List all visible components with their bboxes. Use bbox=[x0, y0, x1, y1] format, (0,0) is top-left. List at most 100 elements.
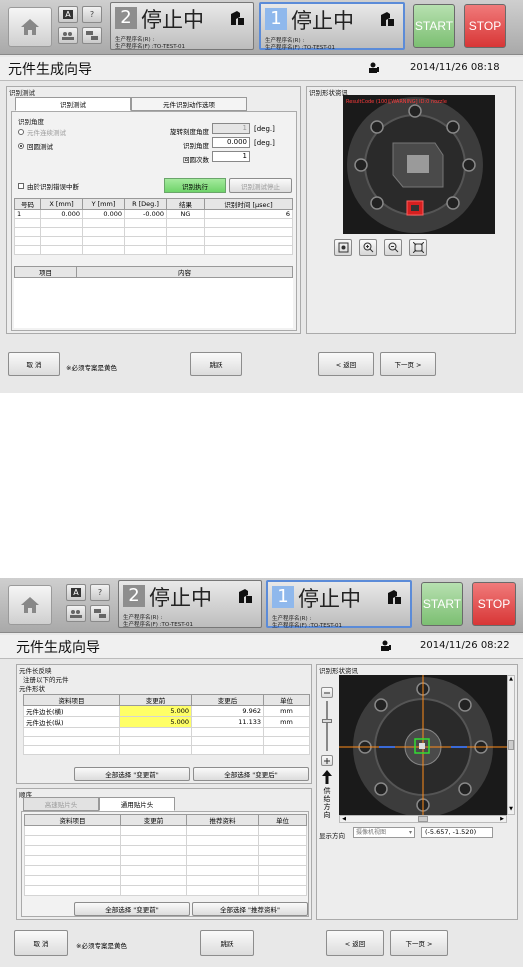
line-2-status-panel[interactable]: 2 停止中 生产程序名(R) : 生产程序名(F) :TO-TEST-01 bbox=[110, 2, 254, 50]
column-header: 变更前 bbox=[119, 694, 192, 706]
back-button[interactable]: < 返回 bbox=[318, 352, 374, 376]
execute-recognition-button[interactable]: 识别执行 bbox=[164, 178, 226, 193]
a-label: A bbox=[71, 588, 81, 597]
start-button[interactable]: START bbox=[421, 582, 463, 626]
zoom-out-button[interactable] bbox=[321, 687, 333, 698]
transfer-icon bbox=[86, 31, 98, 40]
scroll-thumb[interactable] bbox=[508, 740, 514, 750]
radio-continuous-test[interactable]: 元件连续测试 bbox=[18, 127, 66, 137]
tab-recognition-test[interactable]: 识别测试 bbox=[15, 97, 131, 111]
users-icon bbox=[62, 31, 74, 40]
radio-rotation-test[interactable]: 回圆测试 bbox=[18, 141, 53, 151]
table-row bbox=[14, 236, 293, 246]
camera-image[interactable] bbox=[339, 675, 507, 815]
zoom-slider-thumb[interactable] bbox=[322, 719, 332, 723]
cell: 0.000 bbox=[40, 209, 83, 219]
scroll-up-icon[interactable]: ▲ bbox=[508, 676, 514, 684]
image-settings-icon bbox=[338, 242, 348, 253]
cancel-button[interactable]: 取 消 bbox=[8, 352, 60, 376]
table-row bbox=[24, 875, 307, 886]
a-button[interactable]: A bbox=[58, 6, 78, 23]
cell[interactable]: 5.000 bbox=[119, 716, 192, 728]
wizard-screen-recognition-test: A ? 2 停止中 生产程序名(R) : 生产程序名(F) :TO-TEST-0… bbox=[0, 0, 523, 393]
tab-action-options[interactable]: 元件识别动作选项 bbox=[131, 97, 247, 111]
table-row[interactable]: 1 0.000 0.000 -0.000 NG 6 bbox=[14, 209, 293, 219]
tab-general-head[interactable]: 通用贴片头 bbox=[99, 797, 175, 811]
line-status: 停止中 bbox=[298, 587, 361, 611]
select-all-after-button[interactable]: 全部选择 "变更后" bbox=[193, 767, 309, 781]
table-row bbox=[23, 727, 310, 737]
scroll-down-icon[interactable]: ▼ bbox=[508, 806, 514, 814]
home-button[interactable] bbox=[8, 585, 52, 625]
cell: 元件边长(横) bbox=[23, 705, 120, 717]
help-button[interactable]: ? bbox=[82, 6, 102, 23]
rotation-count-field[interactable]: 1 bbox=[212, 151, 250, 162]
transfer-button[interactable] bbox=[90, 605, 110, 622]
back-button[interactable]: < 返回 bbox=[326, 930, 384, 956]
table-row[interactable]: 元件边长(横) 5.000 9.962 mm bbox=[23, 705, 310, 717]
radio-label: 元件连续测试 bbox=[27, 129, 66, 137]
home-button[interactable] bbox=[8, 7, 52, 47]
a-button[interactable]: A bbox=[66, 584, 86, 601]
users-icon bbox=[70, 609, 82, 618]
angle-group-label: 识别角度 bbox=[18, 118, 44, 126]
stop-recognition-test-button[interactable]: 识别测试停止 bbox=[229, 178, 292, 193]
image-save-button[interactable] bbox=[334, 239, 352, 256]
required-note: ※必须专案是黄色 bbox=[76, 942, 127, 950]
start-button[interactable]: START bbox=[413, 4, 455, 48]
column-header: 资料项目 bbox=[24, 814, 121, 826]
stop-on-error-checkbox[interactable]: 由於识别错误中断 bbox=[18, 181, 79, 191]
display-direction-select[interactable]: 摄像机视图 ▾ bbox=[353, 827, 415, 838]
cell[interactable]: 9.962 bbox=[191, 705, 264, 717]
camera-image[interactable]: ResultCode (100)[WARNING] ID:0 nozzle bbox=[343, 95, 495, 234]
users-button[interactable] bbox=[58, 27, 78, 44]
horizontal-scrollbar[interactable]: ◀ ▶ bbox=[339, 815, 507, 823]
transfer-button[interactable] bbox=[82, 27, 102, 44]
page-title: 元件生成向导 bbox=[8, 62, 92, 78]
cell[interactable]: 11.133 bbox=[191, 716, 264, 728]
cell[interactable]: 5.000 bbox=[119, 705, 192, 717]
window-title-bar: 元件生成向导 2014/11/26 08:18 bbox=[0, 57, 523, 81]
stop-button[interactable]: STOP bbox=[472, 582, 516, 626]
rotation-count-label: 回圆次数 bbox=[183, 156, 209, 164]
zoom-out-button[interactable] bbox=[384, 239, 402, 256]
column-header: Y [mm] bbox=[82, 198, 125, 210]
select-all-before-button[interactable]: 全部选择 "变更前" bbox=[74, 767, 190, 781]
select-all-before-button[interactable]: 全部选择 "变更前" bbox=[74, 902, 190, 916]
stop-button[interactable]: STOP bbox=[464, 4, 506, 48]
table-row bbox=[14, 227, 293, 237]
next-button[interactable]: 下一页 > bbox=[380, 352, 436, 376]
fit-view-button[interactable] bbox=[409, 239, 427, 256]
line-number: 2 bbox=[123, 585, 145, 607]
scroll-left-icon[interactable]: ◀ bbox=[340, 816, 348, 822]
zoom-in-button[interactable] bbox=[321, 755, 333, 766]
checkbox-label: 由於识别错误中断 bbox=[27, 183, 79, 191]
chevron-down-icon: ▾ bbox=[408, 829, 412, 836]
recognition-angle-field[interactable]: 0.000 bbox=[212, 137, 250, 148]
vertical-scrollbar[interactable]: ▲ ▼ bbox=[507, 675, 515, 815]
help-button[interactable]: ? bbox=[90, 584, 110, 601]
shape-table: 资料项目 变更前 变更后 单位 元件边长(横) 5.000 9.962 mm 元… bbox=[23, 694, 310, 755]
line-1-status-panel[interactable]: 1 停止中 生产程序名(R) : 生产程序名(F) :TO-TEST-01 bbox=[259, 2, 405, 51]
table-row bbox=[23, 745, 310, 755]
line-2-status-panel[interactable]: 2 停止中 生产程序名(R) : 生产程序名(F) :TO-TEST-01 bbox=[118, 580, 262, 628]
users-button[interactable] bbox=[66, 605, 86, 622]
cell: mm bbox=[263, 716, 310, 728]
tab-high-speed-head[interactable]: 高速贴片头 bbox=[23, 797, 99, 811]
zoom-in-button[interactable] bbox=[359, 239, 377, 256]
skip-button[interactable]: 跳跃 bbox=[190, 352, 242, 376]
scroll-thumb[interactable] bbox=[418, 816, 428, 822]
cancel-button[interactable]: 取 消 bbox=[14, 930, 68, 956]
line-1-status-panel[interactable]: 1 停止中 生产程序名(R) : 生产程序名(F) :TO-TEST-01 bbox=[266, 580, 412, 629]
scroll-right-icon[interactable]: ▶ bbox=[498, 816, 506, 822]
next-button[interactable]: 下一页 > bbox=[390, 930, 448, 956]
user-icon bbox=[369, 62, 379, 73]
table-row[interactable]: 元件边长(纵) 5.000 11.133 mm bbox=[23, 716, 310, 728]
skip-button[interactable]: 跳跃 bbox=[200, 930, 254, 956]
table-header-row: 号码 X [mm] Y [mm] R [Deg.] 结果 识别时间 [µsec] bbox=[14, 198, 293, 210]
program-name-f: 生产程序名(F) :TO-TEST-01 bbox=[272, 623, 343, 629]
select-all-recommended-button[interactable]: 全部选择 "推荐资料" bbox=[192, 902, 308, 916]
zoom-slider-track[interactable] bbox=[326, 701, 328, 751]
select-value: 摄像机视图 bbox=[356, 829, 387, 836]
rotation-step-field[interactable]: 1 bbox=[212, 123, 250, 134]
